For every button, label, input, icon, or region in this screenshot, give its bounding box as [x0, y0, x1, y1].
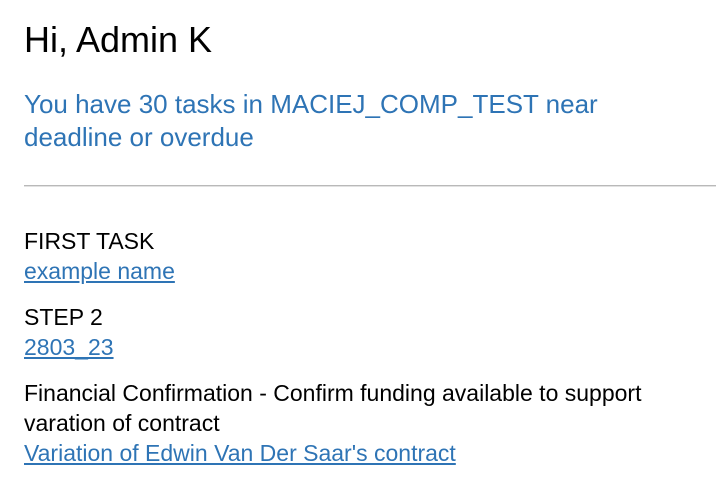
section-divider: [24, 185, 716, 187]
task-item-financial-confirmation: Financial Confirmation - Confirm funding…: [24, 378, 710, 468]
notification-page: Hi, Admin K You have 30 tasks in MACIEJ_…: [0, 0, 716, 484]
task-link[interactable]: 2803_23: [24, 332, 114, 362]
task-title: Financial Confirmation - Confirm funding…: [24, 380, 642, 436]
task-item-step-2: STEP 2 2803_23: [24, 302, 710, 362]
task-title: STEP 2: [24, 304, 103, 330]
task-title: FIRST TASK: [24, 228, 155, 254]
task-item-first: FIRST TASK example name: [24, 226, 710, 286]
task-link[interactable]: example name: [24, 256, 175, 286]
greeting-heading: Hi, Admin K: [24, 19, 213, 60]
tasks-summary: You have 30 tasks in MACIEJ_COMP_TEST ne…: [24, 89, 598, 152]
task-list: FIRST TASK example name STEP 2 2803_23 F…: [24, 226, 710, 468]
task-link[interactable]: Variation of Edwin Van Der Saar's contra…: [24, 438, 456, 468]
